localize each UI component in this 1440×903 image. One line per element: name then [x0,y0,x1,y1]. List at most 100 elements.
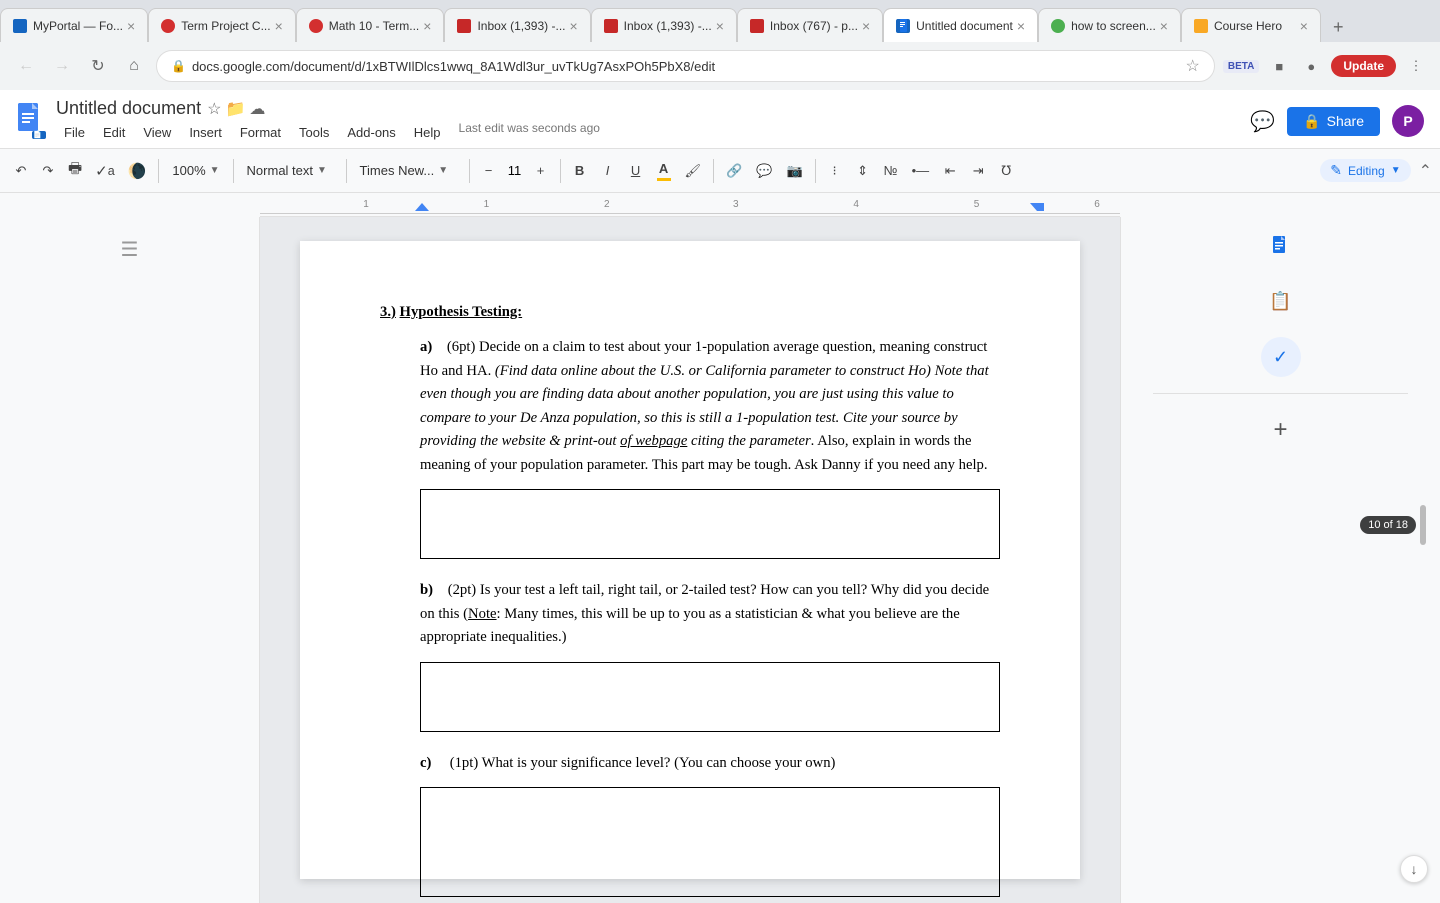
align-button[interactable]: ⁝ [822,157,848,185]
document-area[interactable]: 3.) Hypothesis Testing: a) (6pt) Decide … [260,217,1120,903]
menu-addons[interactable]: Add-ons [339,121,403,144]
scroll-to-bottom-button[interactable]: ↓ [1400,855,1428,883]
document-page[interactable]: 3.) Hypothesis Testing: a) (6pt) Decide … [300,241,1080,879]
divider3 [346,159,347,183]
link-button[interactable]: 🔗 [720,157,748,185]
avatar[interactable]: P [1392,105,1424,137]
print-button[interactable]: 🖶 [62,157,88,185]
numbered-list-button[interactable]: № [878,157,904,185]
update-button[interactable]: Update [1331,55,1396,77]
section-header: 3.) Hypothesis Testing: [380,301,1000,324]
menu-file[interactable]: File [56,121,93,144]
line-spacing-button[interactable]: ⇕ [850,157,876,185]
tab-myportal[interactable]: MyPortal — Fo... × [0,8,148,42]
divider6 [713,159,714,183]
clear-formatting-button[interactable]: ℧ [993,157,1019,185]
part-b-content: (2pt) Is your test a left tail, right ta… [420,582,989,645]
share-button[interactable]: 🔒 Share [1287,107,1380,136]
italic-button[interactable]: I [595,157,621,185]
sheets-icon-right[interactable]: 📋 [1261,281,1301,321]
divider2 [233,159,234,183]
reload-button[interactable]: ↻ [84,52,112,80]
extensions-icon[interactable]: ■ [1267,54,1291,78]
tab-close-icon[interactable]: × [423,18,431,34]
tab-close-icon[interactable]: × [127,18,135,34]
image-button[interactable]: 📷 [780,157,808,185]
indent-increase-button[interactable]: ⇥ [965,157,991,185]
tasks-icon-right[interactable]: ✓ [1261,337,1301,377]
back-button[interactable]: ← [12,52,40,80]
tab-inbox1[interactable]: Inbox (1,393) -... × [444,8,590,42]
tab-close-icon[interactable]: × [862,18,870,34]
part-c-text: c) (1pt) What is your significance level… [420,752,1000,775]
collapse-toolbar-button[interactable]: ⌃ [1419,161,1432,181]
zoom-select[interactable]: 100% ▼ [165,157,226,185]
menu-format[interactable]: Format [232,121,289,144]
tab-close-icon[interactable]: × [1160,18,1168,34]
menu-view[interactable]: View [135,121,179,144]
tab-math10[interactable]: Math 10 - Term... × [296,8,445,42]
text-color-button[interactable]: A [651,157,677,185]
scrollbar-handle[interactable] [1420,505,1426,545]
tab-course-hero[interactable]: Course Hero × [1181,8,1321,42]
menu-help[interactable]: Help [406,121,449,144]
tab-close-icon[interactable]: × [275,18,283,34]
star-icon[interactable]: ☆ [207,99,221,119]
tab-favicon [604,19,618,33]
answer-box-b[interactable] [420,662,1000,732]
tab-title: MyPortal — Fo... [33,19,123,33]
comment-icon[interactable]: 💬 [1250,109,1275,134]
pencil-icon: ✎ [1330,162,1342,179]
new-tab-button[interactable]: + [1325,13,1352,42]
paint-format-button[interactable]: 🌘 [122,157,153,185]
menu-tools[interactable]: Tools [291,121,337,144]
cloud-icon[interactable]: ☁ [249,99,265,119]
bold-button[interactable]: B [567,157,593,185]
font-size-decrease-button[interactable]: − [476,157,502,185]
tab-bar: MyPortal — Fo... × Term Project C... × M… [0,0,1440,42]
last-edit-status: Last edit was seconds ago [459,121,600,144]
tab-close-icon[interactable]: × [716,18,724,34]
tab-close-icon[interactable]: × [1017,18,1025,34]
folder-icon[interactable]: 📁 [225,99,245,119]
indent-decrease-button[interactable]: ⇤ [937,157,963,185]
tab-close-icon[interactable]: × [569,18,577,34]
menu-insert[interactable]: Insert [181,121,230,144]
tab-term-project[interactable]: Term Project C... × [148,8,296,42]
editing-mode-label: Editing [1348,164,1385,178]
part-a-label: a) [420,339,443,355]
menu-icon[interactable]: ⋮ [1404,54,1428,78]
tab-how-to-screen[interactable]: how to screen... × [1038,8,1181,42]
docs-toolbar: ↶ ↷ 🖶 ✓a 🌘 100% ▼ Normal text ▼ Times Ne… [0,149,1440,193]
bulleted-list-button[interactable]: •— [906,157,936,185]
menu-edit[interactable]: Edit [95,121,133,144]
bookmark-icon[interactable]: ☆ [1186,56,1200,76]
answer-box-c[interactable] [420,787,1000,897]
underline-button[interactable]: U [623,157,649,185]
url-bar[interactable]: 🔒 docs.google.com/document/d/1xBTWIlDlcs… [156,50,1215,82]
tab-untitled-doc[interactable]: Untitled document × [883,8,1038,42]
tab-close-icon[interactable]: × [1300,18,1308,34]
spellcheck-button[interactable]: ✓a [89,157,121,185]
home-button[interactable]: ⌂ [120,52,148,80]
document-title[interactable]: Untitled document [56,98,201,119]
style-chevron-icon: ▼ [317,165,327,176]
highlight-button[interactable]: 🖌 [679,157,708,185]
redo-button[interactable]: ↷ [35,157,61,185]
document-outline-icon[interactable]: ☰ [121,237,139,262]
answer-box-a[interactable] [420,489,1000,559]
font-size-increase-button[interactable]: + [528,157,554,185]
tab-inbox3[interactable]: Inbox (767) - p... × [737,8,883,42]
undo-button[interactable]: ↶ [8,157,34,185]
docs-icon-right[interactable] [1261,225,1301,265]
part-a: a) (6pt) Decide on a claim to test about… [420,336,1000,559]
profile-icon[interactable]: ● [1299,54,1323,78]
font-select[interactable]: Times New... ▼ [353,157,463,185]
editing-mode-chip[interactable]: ✎ Editing ▼ [1320,159,1410,182]
style-select[interactable]: Normal text ▼ [240,157,340,185]
add-icon-right[interactable]: + [1261,410,1301,450]
forward-button[interactable]: → [48,52,76,80]
font-size-value[interactable]: 11 [503,163,527,178]
tab-inbox2[interactable]: Inbox (1,393) -... × [591,8,737,42]
comment-insert-button[interactable]: 💬 [750,157,778,185]
